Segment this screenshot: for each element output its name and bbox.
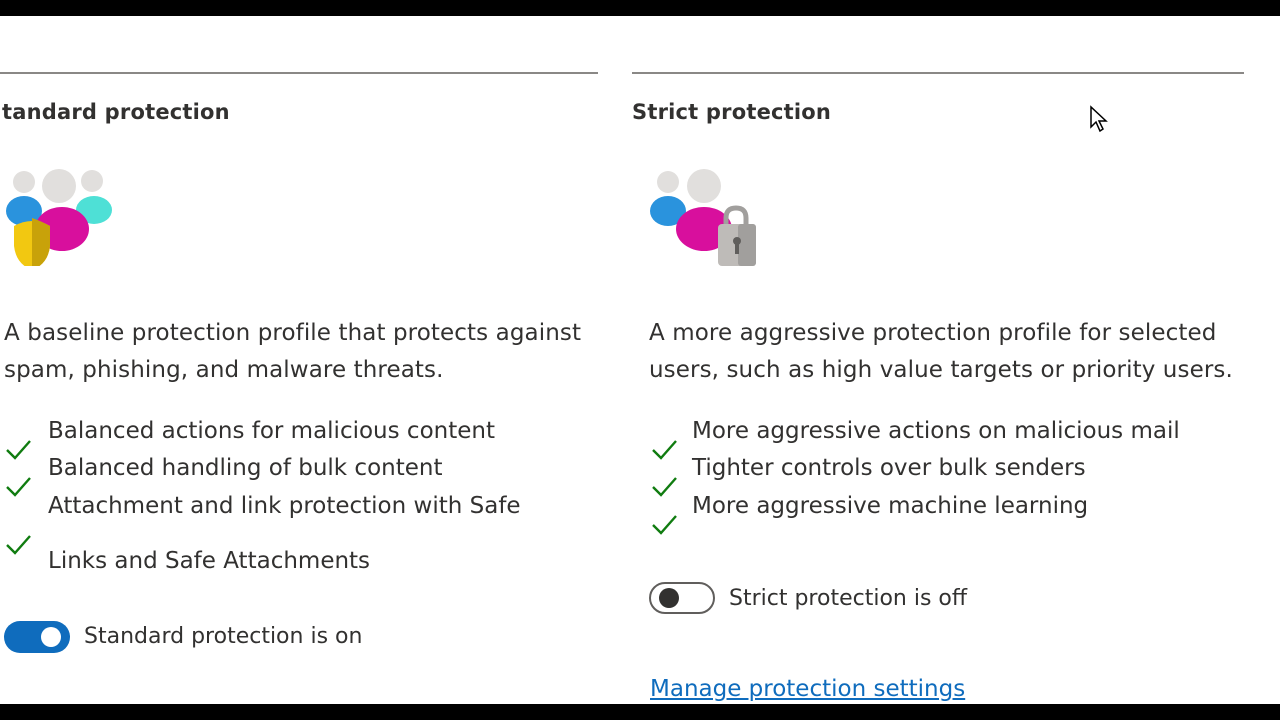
strict-feature-0: More aggressive actions on malicious mai… [692,417,1180,444]
checkmark-icon [6,535,31,555]
strict-protection-toggle[interactable] [649,582,715,614]
standard-feature-1: Balanced handling of bulk content [48,454,443,481]
strict-description-line2: users, such as high value targets or pri… [649,357,1233,383]
users-lock-icon [646,166,762,274]
standard-feature-0: Balanced actions for malicious content [48,417,495,444]
strict-toggle-label: Strict protection is off [729,586,968,611]
checkmark-icon [652,515,677,535]
strict-title: Strict protection [632,100,832,124]
standard-feature-2: Attachment and link protection with Safe [48,492,521,519]
standard-title: tandard protection [2,100,230,124]
standard-toggle-label: Standard protection is on [84,624,363,649]
strict-divider [632,72,1244,74]
strict-description: A more aggressive protection profile for… [649,315,1269,389]
standard-feature-3: Links and Safe Attachments [48,548,371,574]
toggle-knob [41,627,61,647]
strict-feature-1: Tighter controls over bulk senders [692,454,1086,481]
standard-divider [0,72,598,74]
checkmark-icon [652,477,677,497]
checkmark-icon [6,477,31,497]
strict-feature-2: More aggressive machine learning [692,492,1089,519]
checkmark-icon [6,440,31,460]
mouse-cursor-icon [1090,105,1108,133]
standard-description: A baseline protection profile that prote… [4,315,604,389]
standard-description-line1: A baseline protection profile that prote… [4,320,582,346]
standard-protection-toggle[interactable] [4,621,70,653]
users-shield-icon [2,166,114,270]
checkmark-icon [652,440,677,460]
protection-panel: tandard protection A baseline protection… [0,16,1280,704]
manage-protection-settings-link[interactable]: Manage protection settings [650,676,965,702]
standard-description-line2: spam, phishing, and malware threats. [4,357,444,383]
strict-description-line1: A more aggressive protection profile for… [649,320,1217,346]
toggle-knob [659,588,679,608]
